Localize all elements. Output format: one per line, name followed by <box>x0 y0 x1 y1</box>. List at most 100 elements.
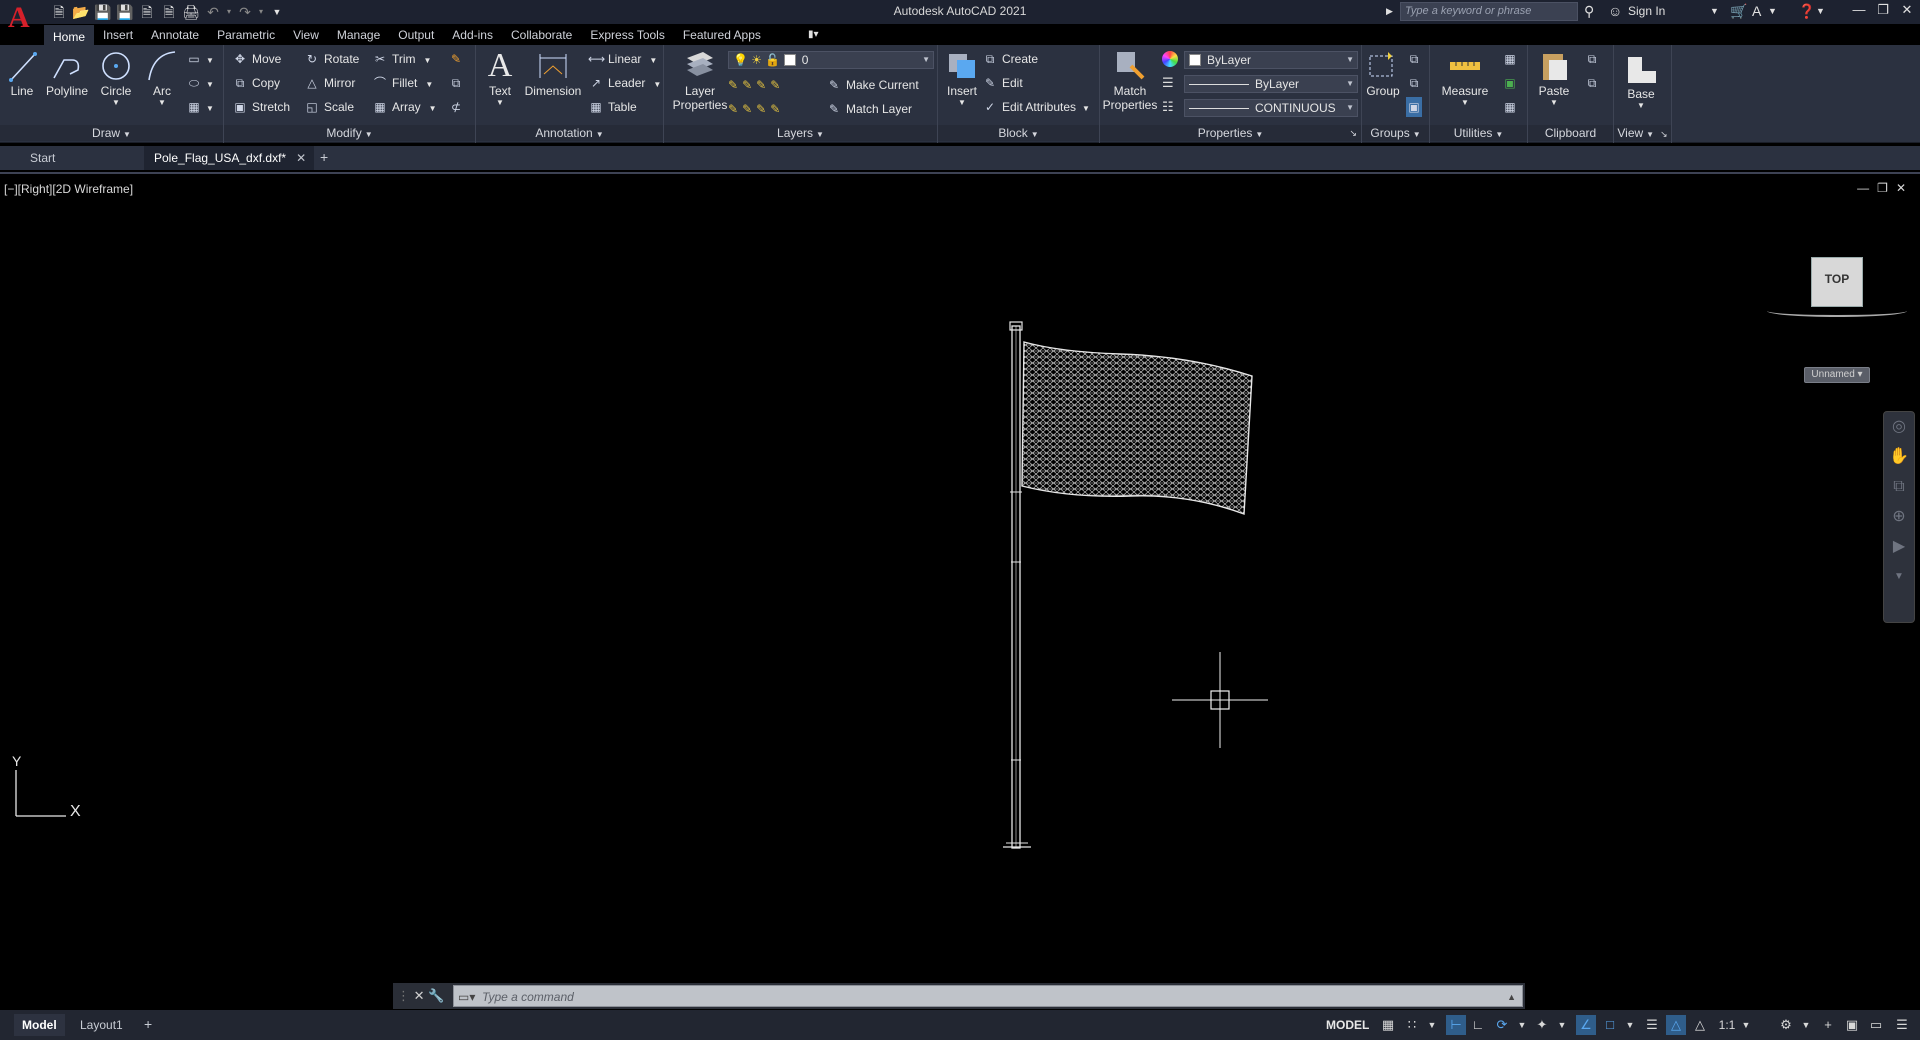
sign-in-dropdown-icon[interactable]: ▼ <box>1710 2 1719 20</box>
view-launcher-icon[interactable]: ↘ <box>1660 129 1668 139</box>
workspace-gear-icon[interactable]: ⚙ <box>1776 1015 1796 1035</box>
snap-dropdown-icon[interactable]: ▼ <box>1422 1015 1442 1035</box>
tab-add-ins[interactable]: Add-ins <box>443 25 502 46</box>
lineweight-dropdown[interactable]: ByLayer ▼ <box>1184 75 1358 93</box>
panel-title-modify[interactable]: Modify ▼ <box>224 125 475 141</box>
open-web-icon[interactable]: 🗎 <box>136 3 158 21</box>
panel-title-view[interactable]: View ▼ ↘ <box>1614 125 1671 141</box>
tab-home[interactable]: Home <box>44 25 95 46</box>
view-cube[interactable]: TOP <box>1767 255 1907 335</box>
insert-dropdown-icon[interactable]: ▼ <box>942 98 982 107</box>
group-button[interactable]: Group <box>1364 48 1402 98</box>
undo-icon[interactable]: ↶ <box>202 3 224 21</box>
base-dropdown-icon[interactable]: ▼ <box>1618 101 1664 110</box>
scale-button[interactable]: ◱ Scale <box>304 97 354 117</box>
command-input[interactable]: ▭▾ Type a command ▲ <box>453 985 1523 1007</box>
layer-dropdown[interactable]: 💡 ☀ 🔓 0 ▼ <box>728 51 934 69</box>
array-button[interactable]: ▦ Array ▼ <box>372 97 436 117</box>
add-layout-icon[interactable]: + <box>144 1016 152 1032</box>
layer-unlock-icon[interactable]: ✎ <box>770 102 784 116</box>
orbit-icon[interactable]: ⊕ <box>1884 502 1914 532</box>
quick-select-button[interactable]: ▦ <box>1502 49 1522 69</box>
help-dropdown-icon[interactable]: ▼ <box>1816 2 1825 20</box>
command-customize-icon[interactable]: 🔧 <box>428 988 444 1003</box>
layer-thaw-icon[interactable]: ✎ <box>756 102 770 116</box>
customize-status-icon[interactable]: ☰ <box>1892 1015 1912 1035</box>
line-button[interactable]: Line <box>4 48 40 98</box>
sign-in-button[interactable]: Sign In <box>1628 4 1665 18</box>
object-snap-tracking-icon[interactable]: ∠ <box>1576 1015 1596 1035</box>
autocad-logo-icon[interactable]: A <box>8 1 34 35</box>
rotate-button[interactable]: ↻ Rotate <box>304 49 359 69</box>
save-as-icon[interactable]: 💾 <box>114 3 136 21</box>
properties-launcher-icon[interactable]: ↘ <box>1349 125 1357 141</box>
layer-lock-tool-icon[interactable]: ✎ <box>770 78 784 92</box>
cart-icon[interactable]: 🛒 <box>1730 2 1747 20</box>
layer-properties-button[interactable]: Layer Properties <box>670 48 730 112</box>
help-icon[interactable]: ❓ <box>1798 2 1815 20</box>
paste-dropdown-icon[interactable]: ▼ <box>1532 98 1576 107</box>
text-button[interactable]: A Text ▼ <box>480 48 520 108</box>
tab-layout1[interactable]: Layout1 <box>72 1014 131 1036</box>
trim-button[interactable]: ✂ Trim ▼ <box>372 49 432 69</box>
open-file-icon[interactable]: 📂 <box>70 3 92 21</box>
annotation-monitor-icon[interactable]: + <box>1818 1015 1838 1035</box>
edit-attributes-button[interactable]: ✓ Edit Attributes ▼ <box>982 97 1090 117</box>
table-button[interactable]: ▦ Table <box>588 97 636 117</box>
tab-collaborate[interactable]: Collaborate <box>502 25 581 46</box>
cut-button[interactable]: ⧉ <box>1584 73 1604 93</box>
ungroup-button[interactable]: ⧉ <box>1406 49 1426 69</box>
paste-button[interactable]: Paste ▼ <box>1532 48 1576 107</box>
panel-title-groups[interactable]: Groups ▼ <box>1362 125 1429 141</box>
osnap-dropdown-icon[interactable]: ▼ <box>1620 1015 1640 1035</box>
lineweight-icon[interactable]: ☰ <box>1162 75 1174 91</box>
zoom-extents-icon[interactable]: ⧉ <box>1884 472 1914 502</box>
layer-tools-row-2[interactable]: ✎✎✎✎ <box>728 99 784 119</box>
tab-parametric[interactable]: Parametric <box>208 25 284 46</box>
linear-button[interactable]: ⟷ Linear ▼ <box>588 49 657 69</box>
select-all-button[interactable]: ▣ <box>1502 73 1522 93</box>
linetype-icon[interactable]: ☷ <box>1162 99 1174 115</box>
layer-off-icon[interactable]: ✎ <box>728 78 742 92</box>
navbar-options-icon[interactable]: ▼ <box>1884 562 1914 592</box>
lineweight-display-icon[interactable]: ☰ <box>1642 1015 1662 1035</box>
copy-clip-button[interactable]: ⧉ <box>1584 49 1604 69</box>
close-icon[interactable]: ✕ <box>1896 2 1918 18</box>
panel-title-block[interactable]: Block ▼ <box>938 125 1099 141</box>
group-edit-button[interactable]: ⧉ <box>1406 73 1426 93</box>
tab-manage[interactable]: Manage <box>328 25 389 46</box>
grid-icon[interactable]: ▦ <box>1378 1015 1398 1035</box>
color-dropdown[interactable]: ByLayer ▼ <box>1184 51 1358 69</box>
command-recent-icon[interactable]: ▭▾ <box>458 986 475 1008</box>
search-expand-icon[interactable]: ▶ <box>1386 2 1393 20</box>
save-icon[interactable]: 💾 <box>92 3 114 21</box>
create-block-button[interactable]: ⧉ Create <box>982 49 1038 69</box>
text-dropdown-icon[interactable]: ▼ <box>480 98 520 107</box>
circle-dropdown-icon[interactable]: ▼ <box>96 98 136 107</box>
tab-express-tools[interactable]: Express Tools <box>581 25 673 46</box>
close-tab-icon[interactable]: ✕ <box>296 151 306 165</box>
showmotion-icon[interactable]: ▶ <box>1884 532 1914 562</box>
command-close-icon[interactable]: ✕ <box>414 988 425 1003</box>
tab-view[interactable]: View <box>284 25 328 46</box>
command-grip-icon[interactable]: ⋮ <box>397 988 410 1003</box>
object-snap-icon[interactable]: □ <box>1600 1015 1620 1035</box>
tab-start[interactable]: Start <box>20 146 140 170</box>
copy-button[interactable]: ⧉ Copy <box>232 73 280 93</box>
command-history-icon[interactable]: ▲ <box>1507 986 1516 1008</box>
base-button[interactable]: Base ▼ <box>1618 51 1664 110</box>
drawing-viewport[interactable]: [−][Right][2D Wireframe] —❐✕ TOP Unnamed… <box>0 172 1920 1010</box>
view-cube-compass[interactable] <box>1767 307 1907 317</box>
group-selection-button[interactable]: ▣ <box>1406 97 1426 117</box>
view-cube-top-face[interactable]: TOP <box>1811 257 1863 307</box>
calculator-button[interactable]: ▦ <box>1502 97 1522 117</box>
match-properties-button[interactable]: Match Properties <box>1102 48 1158 112</box>
layer-on-tool-icon[interactable]: ✎ <box>728 102 742 116</box>
mirror-button[interactable]: △ Mirror <box>304 73 355 93</box>
ribbon-options-icon[interactable]: ▮▾ <box>808 29 834 40</box>
annotation-visibility-icon[interactable]: △ <box>1666 1015 1686 1035</box>
hatch-button[interactable]: ⬭ ▼ <box>186 73 214 93</box>
new-tab-icon[interactable]: + <box>320 149 328 165</box>
model-space-toggle[interactable]: MODEL <box>1326 1018 1369 1032</box>
layer-freeze-tool-icon[interactable]: ✎ <box>756 78 770 92</box>
